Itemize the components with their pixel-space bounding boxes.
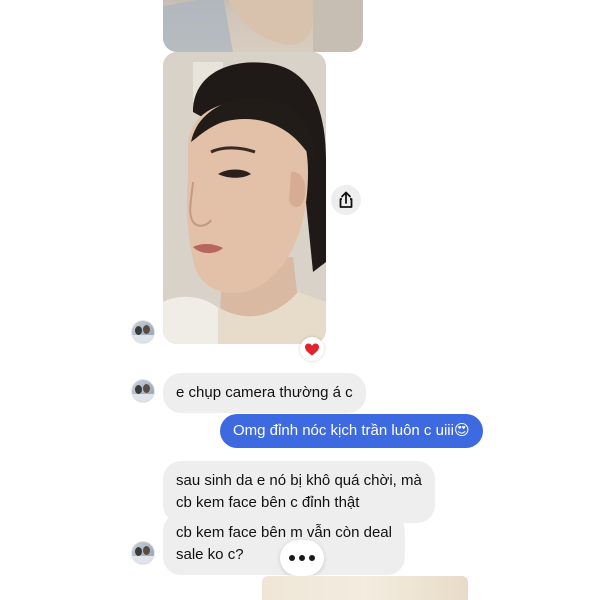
- typing-dot: [299, 555, 305, 561]
- typing-dot: [309, 555, 315, 561]
- message-text: Omg đỉnh nóc kịch trần luôn c uiii😍: [233, 422, 470, 439]
- message-outgoing[interactable]: Omg đỉnh nóc kịch trần luôn c uiii😍: [220, 414, 483, 448]
- photo-top-content: [163, 0, 363, 52]
- typing-indicator: [280, 540, 324, 576]
- message-text-line: cb kem face bên m vẫn còn deal: [176, 524, 392, 541]
- photo-message-bottom[interactable]: [262, 576, 468, 600]
- selfie-illustration: [163, 52, 326, 344]
- message-text: e chụp camera thường á c: [176, 384, 353, 401]
- photo-message-selfie[interactable]: [163, 52, 326, 344]
- heart-reaction-icon: [305, 343, 319, 356]
- message-text-line: sau sinh da e nó bị khô quá chời, mà: [176, 472, 422, 489]
- share-button[interactable]: [331, 185, 361, 215]
- avatar[interactable]: [131, 541, 155, 565]
- heart-reaction[interactable]: [300, 337, 324, 361]
- avatar[interactable]: [131, 379, 155, 403]
- share-icon: [339, 191, 353, 208]
- photo-message-top[interactable]: [163, 0, 363, 52]
- typing-dot: [289, 555, 295, 561]
- message-text-line: cb kem face bên c đỉnh thật: [176, 494, 360, 511]
- message-incoming[interactable]: e chụp camera thường á c: [163, 373, 366, 413]
- avatar[interactable]: [131, 320, 155, 344]
